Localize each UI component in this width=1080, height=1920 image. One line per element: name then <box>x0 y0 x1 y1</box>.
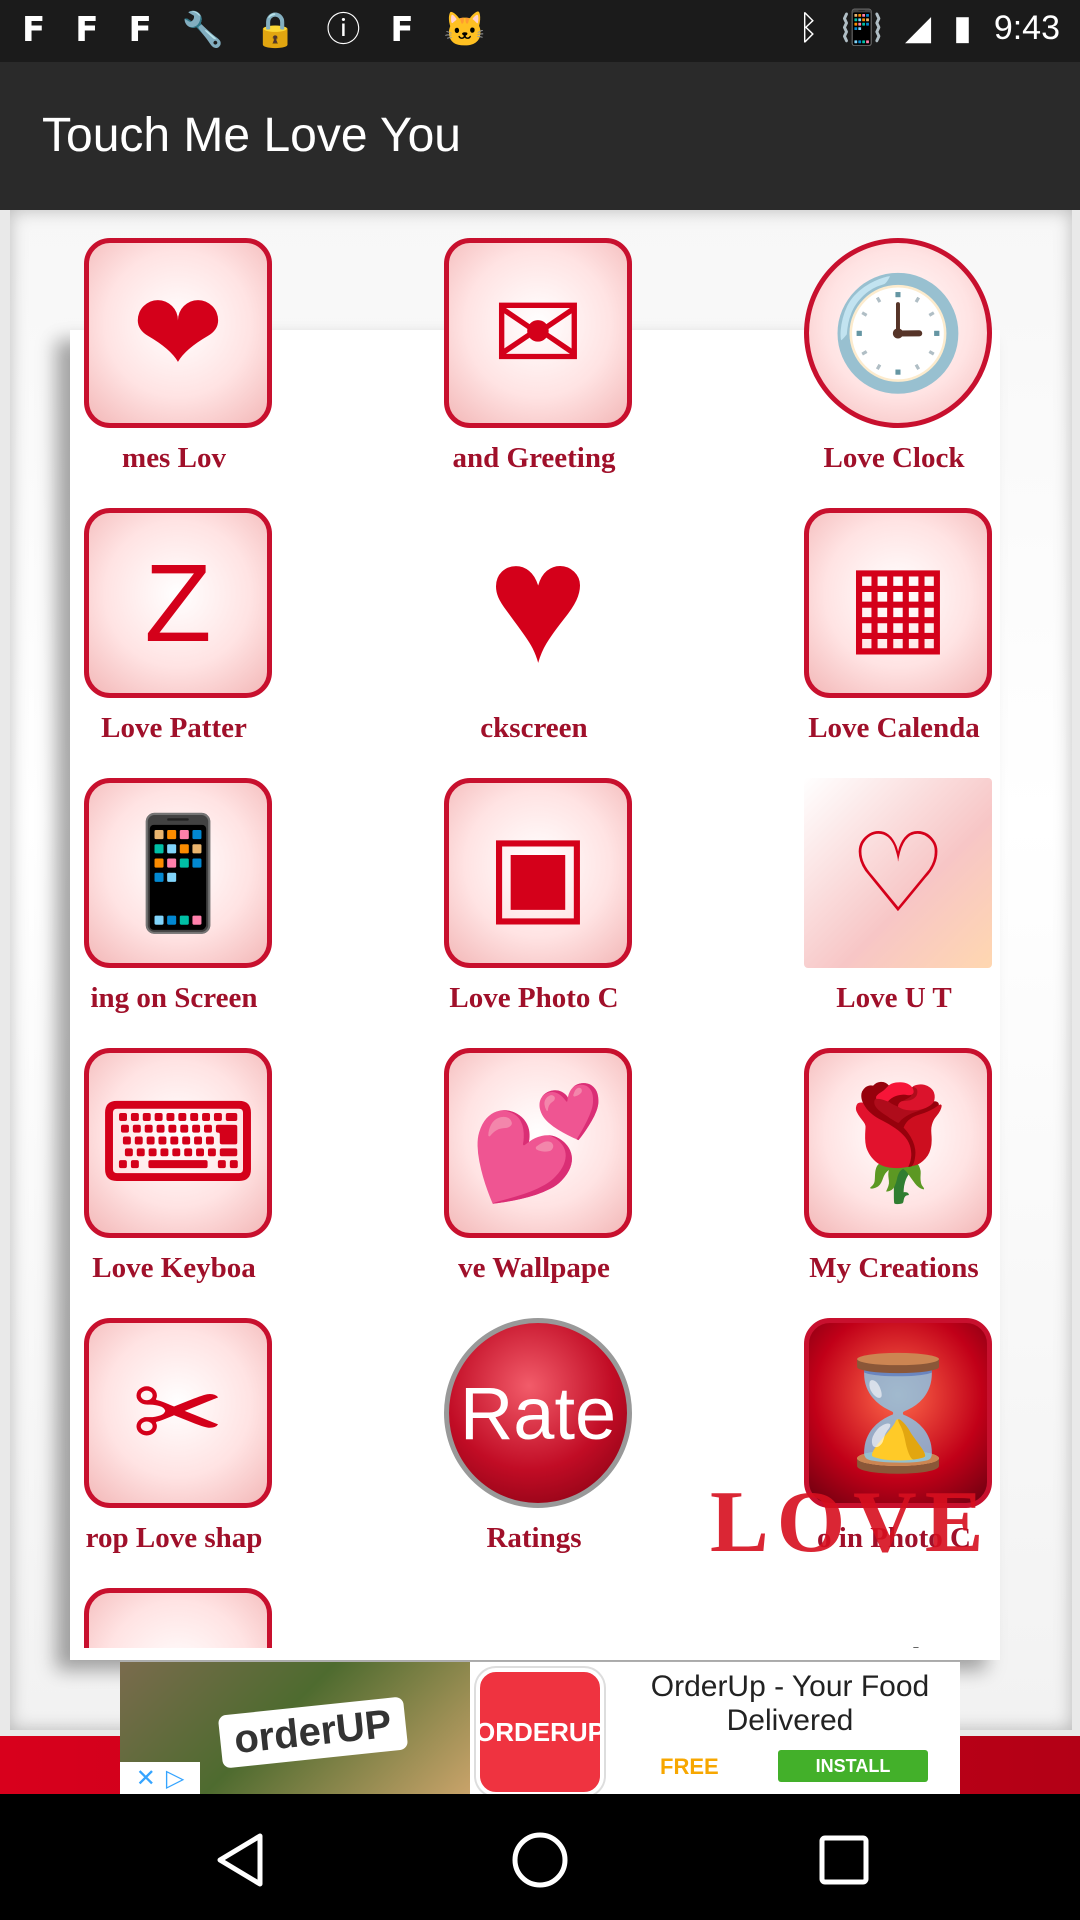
app-bar: Touch Me Love You <box>0 62 1080 210</box>
info-circle-icon: ⓘ <box>326 11 361 49</box>
vibrate-icon: 📳 <box>840 9 883 47</box>
grid-item-label: Love Clock <box>823 442 965 474</box>
grid-item-label: Love Photo C <box>449 982 619 1014</box>
grid-item-greetings[interactable]: ✉ and Greeting <box>404 238 664 498</box>
battery-icon: ▮ <box>953 9 972 47</box>
app-f-icon: 𝗙 <box>75 11 99 49</box>
notification-icons: 𝗙 𝗙 𝗙 🔧 🔒 ⓘ 𝗙 🐱 <box>22 10 486 50</box>
app-f-icon: 𝗙 <box>22 11 46 49</box>
ad-title: OrderUp - Your Food Delivered <box>650 1670 930 1737</box>
app-f-icon: 𝗙 <box>128 11 152 49</box>
heart-zipper-icon: ♥ <box>487 508 589 698</box>
heart-tile-icon: ❤ <box>84 1588 272 1648</box>
love-clock-icon: 🕒 <box>804 238 992 428</box>
wrench-icon: 🔧 <box>181 11 225 49</box>
couple-frame-icon: ❤ <box>84 238 272 428</box>
grid-item-love-pattern[interactable]: Z Love Patter <box>44 508 304 768</box>
home-icon[interactable] <box>510 1830 570 1890</box>
bluetooth-icon: ᛒ <box>798 8 819 47</box>
cat-icon: 🐱 <box>443 11 486 49</box>
ad-install-button[interactable]: INSTALL <box>778 1750 928 1782</box>
grid-item-ratings[interactable]: Rate Ratings <box>404 1318 664 1578</box>
app-f-icon: 𝗙 <box>390 11 414 49</box>
grid-item-partial-2[interactable]: ♥ <box>404 1588 664 1649</box>
ad-close-controls[interactable]: ✕ ▷ <box>120 1762 200 1794</box>
grid-item-frames[interactable]: ❤ mes Lov <box>44 238 304 498</box>
recents-icon[interactable] <box>814 1830 874 1890</box>
grid-item-crop-love-shapes[interactable]: ✂ rop Love shap <box>44 1318 304 1578</box>
signal-icon: ◢ <box>904 9 932 47</box>
guitar-icon: ╱ <box>804 1588 992 1648</box>
love-letter-icon: ✉ <box>444 238 632 428</box>
ad-free-label: FREE <box>660 1754 719 1779</box>
page-title: Touch Me Love You <box>42 109 461 162</box>
rose-hand-icon: 🌹 <box>804 1048 992 1238</box>
love-wallpaper-icon: 💕 <box>444 1048 632 1238</box>
grid-item-label: mes Lov <box>122 442 226 474</box>
grid-item-love-calendar[interactable]: ▦ Love Calenda <box>764 508 1024 768</box>
clock-time: 9:43 <box>993 8 1060 47</box>
main-content[interactable]: ❤ mes Lov ✉ and Greeting 🕒 Love Clock Z … <box>0 210 1080 1794</box>
ad-banner[interactable]: orderUP ORDERUP OrderUp - Your Food Deli… <box>120 1662 960 1794</box>
grid-item-partial-3[interactable]: ╱ <box>764 1588 1024 1648</box>
rate-icon: Rate <box>444 1318 632 1508</box>
adchoices-icon[interactable]: ▷ <box>166 1764 184 1793</box>
back-icon[interactable] <box>210 1830 270 1890</box>
grid-item-label: and Greeting <box>452 442 616 474</box>
love-u-icon: ♡ <box>804 778 992 968</box>
navigation-bar <box>0 1794 1080 1920</box>
status-bar: 𝗙 𝗙 𝗙 🔧 🔒 ⓘ 𝗙 🐱 ᛒ 📳 ◢ ▮ 9:43 <box>0 0 1080 62</box>
grid-item-label: Ratings <box>486 1522 582 1554</box>
grid-item-my-creations[interactable]: 🌹 My Creations <box>764 1048 1024 1308</box>
grid-item-love-u[interactable]: ♡ Love U T <box>764 778 1024 1038</box>
grid-item-partial-1[interactable]: ❤ <box>44 1588 304 1648</box>
system-icons: ᛒ 📳 ◢ ▮ 9:43 <box>798 8 1060 48</box>
grid-item-label: Love Calenda <box>808 712 980 744</box>
grid-item-love-clock[interactable]: 🕒 Love Clock <box>764 238 1024 498</box>
grid-item-label: My Creations <box>809 1252 979 1284</box>
close-icon[interactable]: ✕ <box>136 1764 156 1793</box>
phone-hearts-icon: 📱 <box>84 778 272 968</box>
grid-item-label: Love Patter <box>101 712 247 744</box>
santa-heart-icon: ♥ <box>444 1588 632 1649</box>
calendar-icon: ▦ <box>804 508 992 698</box>
lock-icon: 🔒 <box>254 11 297 49</box>
love-keyboard-icon: ⌨ <box>84 1048 272 1238</box>
grid-item-lockscreen[interactable]: ♥ ckscreen <box>404 508 664 768</box>
grid-item-label: rop Love shap <box>85 1522 263 1554</box>
grid-item-label: ckscreen <box>480 712 588 744</box>
ad-app-icon: ORDERUP <box>475 1668 605 1794</box>
grid-item-love-photo-collage[interactable]: ▣ Love Photo C <box>404 778 664 1038</box>
parrot-collage-icon: ▣ <box>444 778 632 968</box>
grid-item-label: Love U T <box>836 982 952 1014</box>
love-pattern-icon: Z <box>84 508 272 698</box>
love-watermark: LOVE <box>710 1474 992 1571</box>
grid-item-love-wallpaper[interactable]: 💕 ve Wallpape <box>404 1048 664 1308</box>
grid-item-label: Love Keyboa <box>92 1252 256 1284</box>
grid-item-love-keyboard[interactable]: ⌨ Love Keyboa <box>44 1048 304 1308</box>
grid-item-floating-on-screen[interactable]: 📱 ing on Screen <box>44 778 304 1038</box>
grid-item-label: ing on Screen <box>90 982 258 1014</box>
crop-shapes-icon: ✂ <box>84 1318 272 1508</box>
grid-item-label: ve Wallpape <box>458 1252 610 1284</box>
